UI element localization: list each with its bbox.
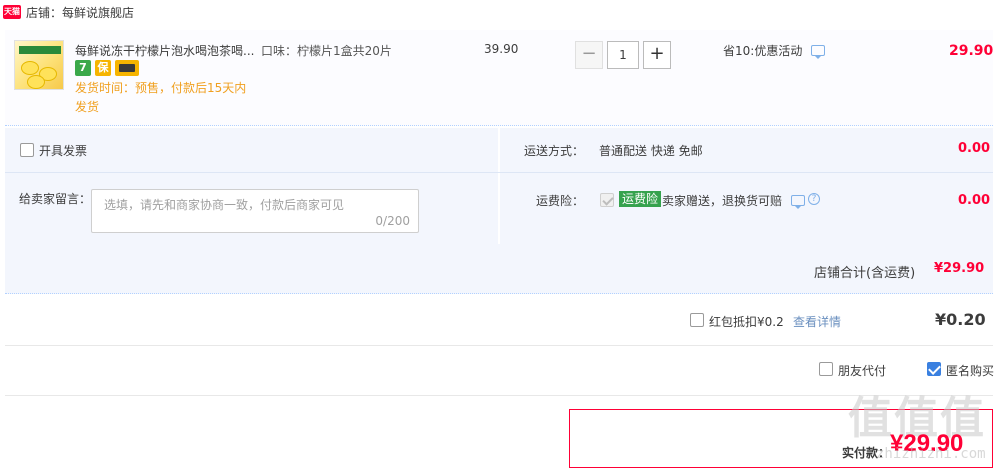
divider: [5, 345, 993, 346]
insurance-badge: 运费险: [619, 191, 662, 207]
tmall-badge: 天猫: [3, 5, 21, 19]
seven-day-return-icon[interactable]: 7: [75, 60, 91, 76]
unit-price: 39.90: [484, 42, 519, 56]
product-title-link[interactable]: 每鲜说冻干柠檬片泡水喝泡茶喝...: [75, 42, 255, 59]
red-packet-details-link[interactable]: 查看详情: [793, 313, 841, 330]
message-char-count: 0/200: [375, 214, 410, 228]
promo-text[interactable]: 省10:优惠活动: [723, 42, 802, 59]
item-subtotal: 29.90: [949, 43, 994, 59]
product-spec: 口味：柠檬片1盒共20片: [261, 44, 392, 58]
insurance-fee: 0.00: [958, 193, 991, 208]
shop-name-link[interactable]: 店铺：每鲜说旗舰店: [26, 4, 134, 21]
shipping-method-value: 普通配送 快递 免邮: [599, 144, 703, 158]
divider: [5, 395, 993, 396]
invoice-label: 开具发票: [39, 144, 88, 158]
message-placeholder: 选填，请先和商家协商一致，付款后商家可见: [104, 198, 345, 212]
options-divider: [5, 172, 993, 173]
card-payment-icon[interactable]: [115, 60, 139, 76]
message-to-seller-input[interactable]: 选填，请先和商家协商一致，付款后商家可见 0/200: [91, 189, 419, 233]
insurance-chat-icon[interactable]: [791, 195, 805, 209]
ship-time-text: 发货时间：预售，付款后15天内: [75, 81, 247, 95]
guarantee-icon[interactable]: 保: [95, 60, 111, 76]
quantity-stepper: − 1 +: [575, 41, 671, 69]
quantity-increase-button[interactable]: +: [643, 41, 671, 69]
shop-total-value: ¥29.90: [934, 261, 985, 276]
anonymous-checkbox[interactable]: [927, 362, 941, 376]
cart-item: 每鲜说冻干柠檬片泡水喝泡茶喝... 7 保 发货时间：预售，付款后15天内 发货…: [5, 30, 993, 126]
insurance-label: 运费险：: [536, 194, 585, 208]
shipping-fee: 0.00: [958, 141, 991, 156]
watermark-url: zhizhizhi.com: [876, 446, 986, 462]
help-icon[interactable]: ?: [808, 193, 820, 205]
red-packet-value: ¥0.20: [935, 310, 986, 329]
chat-icon[interactable]: [811, 45, 825, 59]
invoice-checkbox[interactable]: [20, 143, 34, 157]
product-thumbnail[interactable]: [14, 40, 64, 90]
insurance-text: 卖家赠送，退换货可赔: [662, 194, 783, 208]
insurance-checkbox: [600, 193, 614, 207]
friend-pay-label: 朋友代付: [838, 364, 887, 378]
message-label: 给卖家留言：: [19, 192, 92, 206]
anonymous-label: 匿名购买: [946, 364, 995, 378]
red-packet-label: 红包抵扣¥0.2: [709, 315, 784, 329]
friend-pay-checkbox[interactable]: [819, 362, 833, 376]
shop-header: 天猫 店铺：每鲜说旗舰店: [0, 0, 996, 26]
shipping-method-label: 运送方式：: [524, 144, 585, 158]
quantity-decrease-button[interactable]: −: [575, 41, 603, 69]
red-packet-checkbox[interactable]: [690, 313, 704, 327]
shop-total-label: 店铺合计(含运费): [814, 266, 916, 281]
ship-time-suffix: 发货: [75, 100, 100, 114]
quantity-input[interactable]: 1: [607, 41, 639, 69]
